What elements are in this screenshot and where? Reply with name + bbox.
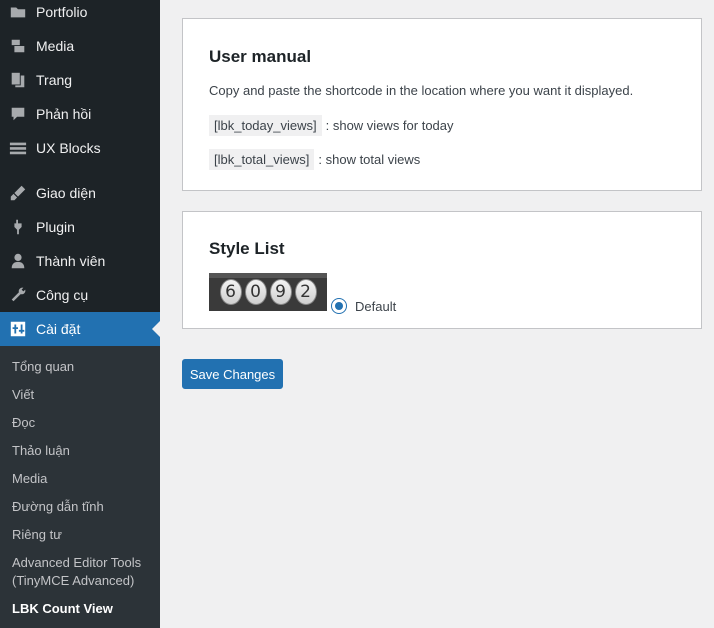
counter-digit: 6 [219, 279, 242, 305]
appearance-icon [8, 183, 28, 203]
menu-item-settings[interactable]: Cài đặt [0, 312, 160, 346]
menu-item-label: Media [36, 38, 75, 54]
pages-icon [8, 70, 28, 90]
shortcode-total-desc: : show total views [318, 152, 421, 167]
menu-item-tools[interactable]: Công cụ [0, 278, 160, 312]
menu-item-label: Cài đặt [36, 321, 81, 337]
user-manual-card: User manual Copy and paste the shortcode… [182, 18, 702, 191]
submenu-item-media[interactable]: Media [12, 470, 152, 488]
menu-item-ux-blocks[interactable]: UX Blocks [0, 131, 160, 165]
submenu-item-general[interactable]: Tổng quan [12, 358, 152, 376]
style-list-card: Style List 6 0 9 2 Default [182, 211, 702, 329]
style-default-label: Default [355, 298, 397, 314]
shortcode-total[interactable]: [lbk_total_views] [209, 149, 315, 170]
shortcode-row-total: [lbk_total_views] : show total views [209, 149, 420, 170]
menu-item-portfolio[interactable]: Portfolio [0, 0, 160, 29]
tools-icon [8, 285, 28, 305]
menu-item-label: Công cụ [36, 287, 89, 303]
submenu-item-reading[interactable]: Đọc [12, 414, 152, 432]
menu-item-plugin[interactable]: Plugin [0, 210, 160, 244]
submenu-item-permalinks[interactable]: Đường dẫn tĩnh [12, 498, 152, 516]
counter-digit: 0 [244, 279, 267, 305]
shortcode-row-today: [lbk_today_views] : show views for today [209, 115, 454, 136]
user-manual-intro: Copy and paste the shortcode in the loca… [209, 83, 634, 98]
style-default-radio[interactable] [331, 298, 347, 314]
menu-item-label: Portfolio [36, 4, 88, 20]
active-indicator-arrow [152, 321, 160, 337]
menu-item-label: Trang [36, 72, 73, 88]
menu-item-label: Phản hồi [36, 106, 92, 122]
submenu-item-writing[interactable]: Viết [12, 386, 152, 404]
menu-item-appearance[interactable]: Giao diện [0, 176, 160, 210]
media-icon [8, 36, 28, 56]
counter-digit: 2 [294, 279, 317, 305]
admin-sidebar: Portfolio Media Trang Phản hồi UX Blocks… [0, 0, 160, 628]
menu-item-label: Giao diện [36, 185, 96, 201]
settings-icon [8, 319, 28, 339]
counter-style-preview: 6 0 9 2 [209, 273, 327, 311]
blocks-icon [8, 138, 28, 158]
menu-item-comments[interactable]: Phản hồi [0, 97, 160, 131]
users-icon [8, 251, 28, 271]
style-default-option[interactable]: Default [331, 298, 396, 314]
menu-item-label: Thành viên [36, 253, 106, 269]
shortcode-today-desc: : show views for today [325, 118, 454, 133]
menu-item-pages[interactable]: Trang [0, 63, 160, 97]
menu-item-label: Plugin [36, 219, 75, 235]
plugin-icon [8, 217, 28, 237]
style-list-title: Style List [209, 239, 285, 258]
submenu-item-discussion[interactable]: Thảo luận [12, 442, 152, 460]
comments-icon [8, 104, 28, 124]
submenu-item-advanced-editor-tools[interactable]: Advanced Editor Tools (TinyMCE Advanced) [12, 554, 152, 590]
menu-item-users[interactable]: Thành viên [0, 244, 160, 278]
folder-icon [8, 2, 28, 22]
shortcode-today[interactable]: [lbk_today_views] [209, 115, 322, 136]
menu-item-media[interactable]: Media [0, 29, 160, 63]
counter-digit: 9 [269, 279, 292, 305]
menu-item-label: UX Blocks [36, 140, 101, 156]
save-changes-button[interactable]: Save Changes [182, 359, 283, 389]
user-manual-title: User manual [209, 47, 312, 66]
submenu-item-privacy[interactable]: Riêng tư [12, 526, 152, 544]
submenu-item-lbk-count-view[interactable]: LBK Count View [12, 600, 152, 618]
counter-top-strip [209, 273, 327, 278]
radio-selected-dot [335, 302, 343, 310]
settings-submenu: Tổng quan Viết Đọc Thảo luận Media Đường… [0, 346, 160, 628]
